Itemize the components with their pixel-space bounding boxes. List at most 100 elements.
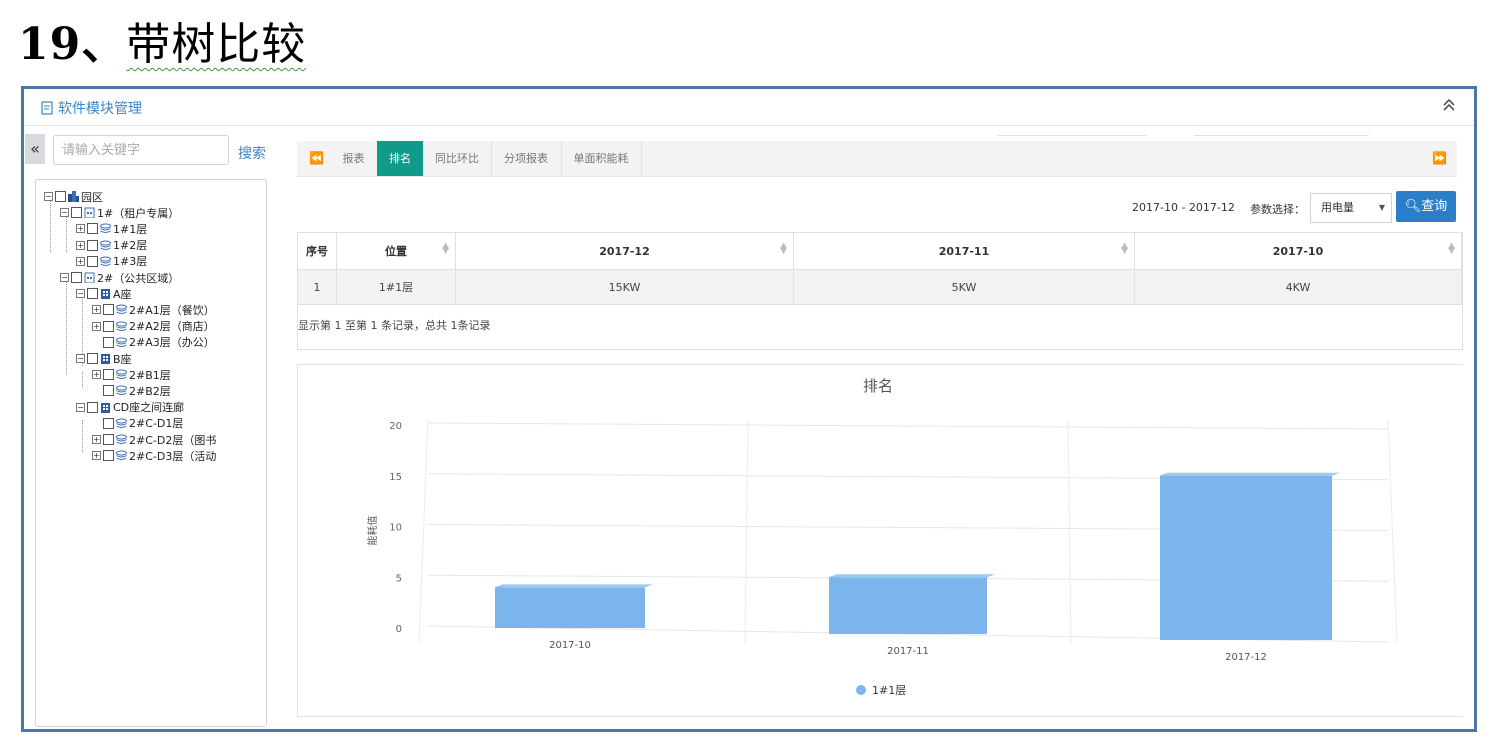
legend-marker bbox=[856, 685, 866, 695]
col-header-location[interactable]: 位置 ▲ ▼ bbox=[336, 233, 456, 270]
collapse-node-icon[interactable]: − bbox=[60, 273, 69, 282]
tree-node[interactable]: − 园区 bbox=[44, 189, 103, 204]
col-header-index[interactable]: 序号 bbox=[298, 233, 337, 270]
floor-layers-icon bbox=[100, 223, 111, 234]
tab-next-icon[interactable]: ⏩ bbox=[1432, 151, 1447, 165]
search-input[interactable] bbox=[53, 135, 229, 165]
param-label: 参数选择： bbox=[1250, 203, 1305, 216]
expand-node-icon[interactable]: + bbox=[92, 321, 101, 331]
search-icon: 🔍︎ bbox=[1404, 199, 1422, 214]
panel-title: 软件模块管理 bbox=[40, 98, 142, 118]
expand-node-icon[interactable]: + bbox=[92, 305, 101, 315]
tree-checkbox[interactable] bbox=[87, 255, 98, 267]
tree-checkbox[interactable] bbox=[103, 304, 114, 316]
tree-node[interactable]: 2#B2层 bbox=[92, 383, 171, 398]
tree-node[interactable]: +2#A2层（商店） bbox=[92, 319, 215, 334]
tab-prev-icon[interactable]: ⏪ bbox=[309, 151, 324, 165]
divider bbox=[1194, 135, 1369, 136]
tree-node[interactable]: 2#C-D1层 bbox=[92, 416, 183, 431]
tab-itemized[interactable]: 分项报表 bbox=[491, 141, 562, 176]
collapse-icon[interactable] bbox=[1442, 97, 1456, 116]
cell: 5KW bbox=[793, 269, 1135, 305]
tab-report[interactable]: 报表 bbox=[330, 141, 378, 176]
x-tick-label: 2017-12 bbox=[1225, 652, 1267, 663]
tree-node-label: 2#B1层 bbox=[129, 368, 171, 382]
tree-checkbox[interactable] bbox=[55, 191, 66, 202]
collapse-node-icon[interactable]: − bbox=[76, 289, 85, 299]
col-header-2017-10[interactable]: 2017-10 ▲ ▼ bbox=[1134, 233, 1462, 270]
bar-top bbox=[829, 574, 995, 578]
tree-node[interactable]: +1#2层 bbox=[76, 238, 147, 253]
tree-node-label: 2#B2层 bbox=[129, 384, 171, 398]
tree-checkbox[interactable] bbox=[103, 434, 114, 445]
tree-node[interactable]: +1#1层 bbox=[76, 221, 147, 236]
floor-layers-icon bbox=[116, 369, 127, 380]
y-tick-label: 5 bbox=[396, 573, 402, 584]
param-select[interactable]: 用电量 ▼ bbox=[1310, 193, 1392, 223]
tree-checkbox[interactable] bbox=[71, 207, 82, 219]
tree-checkbox[interactable] bbox=[103, 369, 114, 381]
tree-node[interactable]: +1#3层 bbox=[76, 254, 147, 269]
query-button[interactable]: 🔍︎查询 bbox=[1396, 191, 1456, 222]
cell: 4KW bbox=[1134, 269, 1462, 305]
tree-node-label: 2#C-D2层（图书 bbox=[129, 433, 217, 447]
collapse-node-icon[interactable]: − bbox=[60, 208, 69, 218]
tab-yoy[interactable]: 同比环比 bbox=[423, 141, 492, 176]
col-header-2017-11[interactable]: 2017-11 ▲ ▼ bbox=[793, 233, 1135, 270]
tree-checkbox[interactable] bbox=[71, 272, 82, 283]
tree-checkbox[interactable] bbox=[87, 353, 98, 364]
building-icon bbox=[84, 272, 95, 283]
tree-node[interactable]: − 2#（公共区域） bbox=[60, 270, 179, 285]
tree-node-label: 1#2层 bbox=[113, 239, 148, 253]
cell: 15KW bbox=[455, 269, 794, 305]
sort-icon: ▲ ▼ bbox=[442, 241, 449, 256]
expand-node-icon[interactable]: + bbox=[92, 435, 101, 444]
chevron-down-icon: ▼ bbox=[1378, 203, 1385, 212]
tree-checkbox[interactable] bbox=[87, 223, 98, 235]
module-icon bbox=[41, 101, 53, 115]
tree-node[interactable]: +2#C-D2层（图书 bbox=[92, 432, 216, 447]
expand-node-icon[interactable]: + bbox=[92, 370, 101, 380]
tree-node[interactable]: +2#A1层（餐饮） bbox=[92, 302, 215, 317]
tree-checkbox[interactable] bbox=[103, 417, 114, 429]
tree-node[interactable]: − B座 bbox=[76, 351, 132, 366]
collapse-node-icon[interactable]: − bbox=[76, 354, 85, 363]
tab-unit-area[interactable]: 单面积能耗 bbox=[561, 141, 642, 176]
search-button[interactable]: 搜索 bbox=[238, 143, 266, 163]
col-header-2017-12[interactable]: 2017-12 ▲ ▼ bbox=[455, 233, 794, 270]
tree-node[interactable]: − 1#（租户专属） bbox=[60, 205, 179, 220]
param-select-value: 用电量 bbox=[1321, 201, 1354, 214]
tree-checkbox[interactable] bbox=[87, 401, 98, 413]
tree-node[interactable]: 2#A3层（办公） bbox=[92, 335, 215, 350]
tree-node[interactable]: − A座 bbox=[76, 286, 132, 301]
tree-checkbox[interactable] bbox=[103, 320, 114, 332]
tree-node[interactable]: +2#B1层 bbox=[92, 367, 171, 382]
floor-layers-icon bbox=[116, 450, 127, 461]
tree-node-label: 1#3层 bbox=[113, 255, 148, 269]
y-tick-label: 20 bbox=[389, 421, 402, 432]
tree-node-label: 2#C-D1层 bbox=[129, 417, 184, 431]
tree-checkbox[interactable] bbox=[87, 288, 98, 300]
expand-node-icon[interactable]: + bbox=[92, 451, 101, 461]
expand-node-icon[interactable]: + bbox=[76, 240, 85, 250]
date-range[interactable]: 2017-10 - 2017-12 bbox=[1132, 201, 1235, 214]
tree-panel: − 园区 −1#（租户专属） +1#1层 +1#2层 +1#3层 −2#（公共区域） − A座 +… bbox=[35, 179, 267, 727]
bar-top bbox=[495, 584, 653, 588]
expand-node-icon[interactable]: + bbox=[76, 224, 85, 234]
tree-checkbox[interactable] bbox=[87, 239, 98, 251]
tree-checkbox[interactable] bbox=[103, 385, 114, 397]
tree-checkbox[interactable] bbox=[103, 336, 114, 348]
sidebar-collapse-button[interactable]: « bbox=[25, 134, 45, 164]
tree-node[interactable]: − CD座之间连廊 bbox=[76, 400, 184, 415]
tree-node[interactable]: +2#C-D3层（活动 bbox=[92, 448, 216, 463]
tree-checkbox[interactable] bbox=[103, 450, 114, 462]
tab-ranking[interactable]: 排名 bbox=[377, 141, 424, 176]
expand-node-icon[interactable]: + bbox=[76, 256, 85, 266]
slide-heading: 带树比较 bbox=[126, 19, 307, 70]
tree-node-label: 园区 bbox=[81, 190, 103, 204]
table-row[interactable]: 1 1#1层 15KW 5KW 4KW bbox=[298, 269, 1462, 305]
tree-node-label: 2#A2层（商店） bbox=[129, 320, 215, 334]
collapse-node-icon[interactable]: − bbox=[76, 402, 85, 412]
collapse-node-icon[interactable]: − bbox=[44, 192, 53, 201]
grid-line bbox=[427, 422, 1389, 430]
